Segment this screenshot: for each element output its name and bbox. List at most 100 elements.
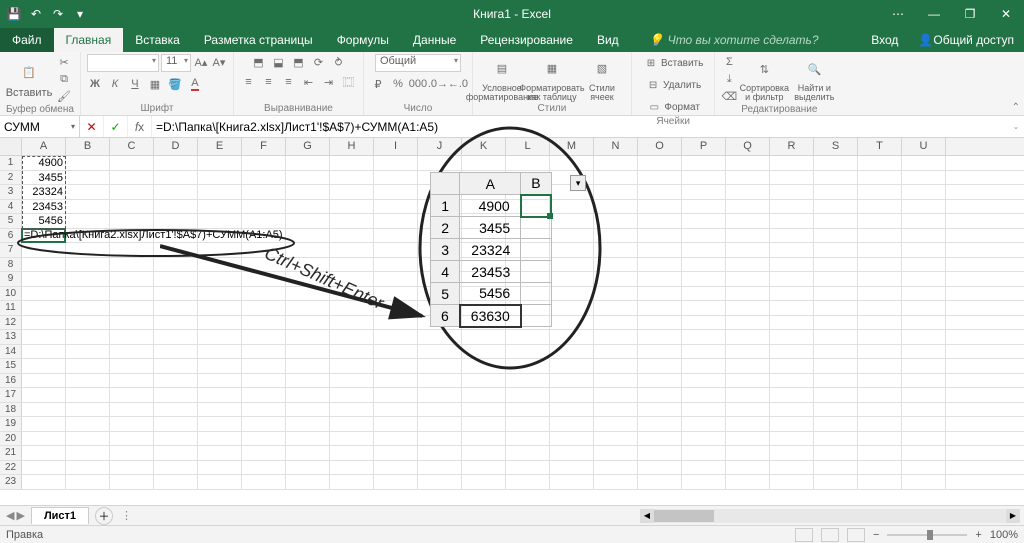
cell[interactable] — [506, 374, 550, 388]
cell[interactable] — [22, 475, 66, 489]
row-header[interactable]: 10 — [0, 287, 22, 301]
cell[interactable] — [770, 446, 814, 460]
tab-insert[interactable]: Вставка — [123, 28, 192, 52]
cell[interactable] — [286, 301, 330, 315]
cell[interactable] — [902, 374, 946, 388]
cell[interactable] — [770, 345, 814, 359]
cell[interactable] — [594, 214, 638, 228]
cell[interactable] — [462, 359, 506, 373]
cell[interactable] — [594, 388, 638, 402]
cell[interactable] — [550, 272, 594, 286]
cell[interactable] — [726, 374, 770, 388]
cell[interactable] — [374, 243, 418, 257]
cell[interactable] — [22, 359, 66, 373]
col-header[interactable]: I — [374, 138, 418, 155]
cell[interactable] — [726, 432, 770, 446]
cell[interactable] — [198, 417, 242, 431]
cell[interactable] — [682, 272, 726, 286]
cell[interactable] — [682, 461, 726, 475]
cell[interactable] — [110, 272, 154, 286]
cell[interactable] — [682, 171, 726, 185]
cell[interactable] — [594, 200, 638, 214]
cell[interactable] — [550, 258, 594, 272]
row-header[interactable]: 20 — [0, 432, 22, 446]
cell[interactable] — [814, 243, 858, 257]
cell[interactable] — [682, 287, 726, 301]
format-as-table-button[interactable]: ▦Форматировать как таблицу — [529, 56, 575, 102]
cell[interactable] — [110, 287, 154, 301]
cell[interactable] — [242, 345, 286, 359]
align-center-icon[interactable]: ≡ — [260, 74, 276, 90]
col-header[interactable]: Q — [726, 138, 770, 155]
cell[interactable] — [858, 345, 902, 359]
cell[interactable] — [814, 403, 858, 417]
cell[interactable] — [66, 475, 110, 489]
cell[interactable] — [198, 316, 242, 330]
row-header[interactable]: 19 — [0, 417, 22, 431]
close-button[interactable]: ✕ — [988, 0, 1024, 28]
cell[interactable] — [638, 316, 682, 330]
cell[interactable] — [814, 316, 858, 330]
cell[interactable] — [902, 417, 946, 431]
cell[interactable] — [902, 229, 946, 243]
cell[interactable] — [594, 258, 638, 272]
align-middle-icon[interactable]: ⬓ — [270, 54, 286, 70]
cell[interactable] — [374, 316, 418, 330]
cell[interactable] — [198, 200, 242, 214]
cell[interactable] — [330, 345, 374, 359]
cell[interactable] — [286, 214, 330, 228]
cell[interactable] — [682, 185, 726, 199]
cell[interactable] — [594, 417, 638, 431]
cell[interactable] — [638, 359, 682, 373]
cell[interactable] — [858, 287, 902, 301]
cell[interactable] — [858, 461, 902, 475]
cell[interactable] — [726, 345, 770, 359]
cell[interactable] — [726, 446, 770, 460]
cell[interactable] — [550, 316, 594, 330]
cell[interactable] — [374, 345, 418, 359]
cell[interactable] — [110, 359, 154, 373]
cell[interactable] — [110, 316, 154, 330]
cell[interactable] — [462, 171, 506, 185]
cell[interactable] — [462, 403, 506, 417]
cell[interactable] — [242, 200, 286, 214]
row-header[interactable]: 18 — [0, 403, 22, 417]
cell[interactable] — [594, 330, 638, 344]
formula-input[interactable]: =D:\Папка\[Книга2.xlsx]Лист1'!$A$7)+СУММ… — [152, 116, 1008, 137]
cell[interactable] — [374, 171, 418, 185]
cell[interactable] — [902, 475, 946, 489]
cell[interactable] — [154, 345, 198, 359]
cell[interactable] — [198, 359, 242, 373]
cell[interactable] — [198, 475, 242, 489]
cell[interactable] — [154, 403, 198, 417]
cell[interactable] — [770, 316, 814, 330]
cell[interactable] — [682, 229, 726, 243]
cell[interactable] — [506, 272, 550, 286]
expand-formula-bar-icon[interactable]: ⌄ — [1008, 116, 1024, 137]
cell[interactable] — [66, 185, 110, 199]
cell[interactable] — [242, 156, 286, 170]
cell[interactable] — [550, 200, 594, 214]
cell[interactable] — [418, 258, 462, 272]
cell[interactable] — [66, 359, 110, 373]
cell[interactable] — [858, 171, 902, 185]
cell[interactable] — [286, 403, 330, 417]
cell[interactable] — [638, 287, 682, 301]
cell[interactable] — [682, 200, 726, 214]
cell[interactable] — [110, 345, 154, 359]
cell[interactable] — [594, 446, 638, 460]
cell[interactable] — [110, 156, 154, 170]
undo-icon[interactable]: ↶ — [28, 6, 44, 22]
cell[interactable] — [550, 388, 594, 402]
cell[interactable] — [286, 388, 330, 402]
cell[interactable] — [814, 287, 858, 301]
comma-icon[interactable]: 000 — [410, 76, 426, 92]
zoom-level[interactable]: 100% — [990, 529, 1018, 541]
cell[interactable] — [858, 243, 902, 257]
cell[interactable] — [726, 272, 770, 286]
cell[interactable] — [154, 156, 198, 170]
clear-icon[interactable]: ⌫ — [721, 88, 737, 104]
cell[interactable] — [682, 156, 726, 170]
cell[interactable] — [550, 156, 594, 170]
cell[interactable] — [374, 330, 418, 344]
